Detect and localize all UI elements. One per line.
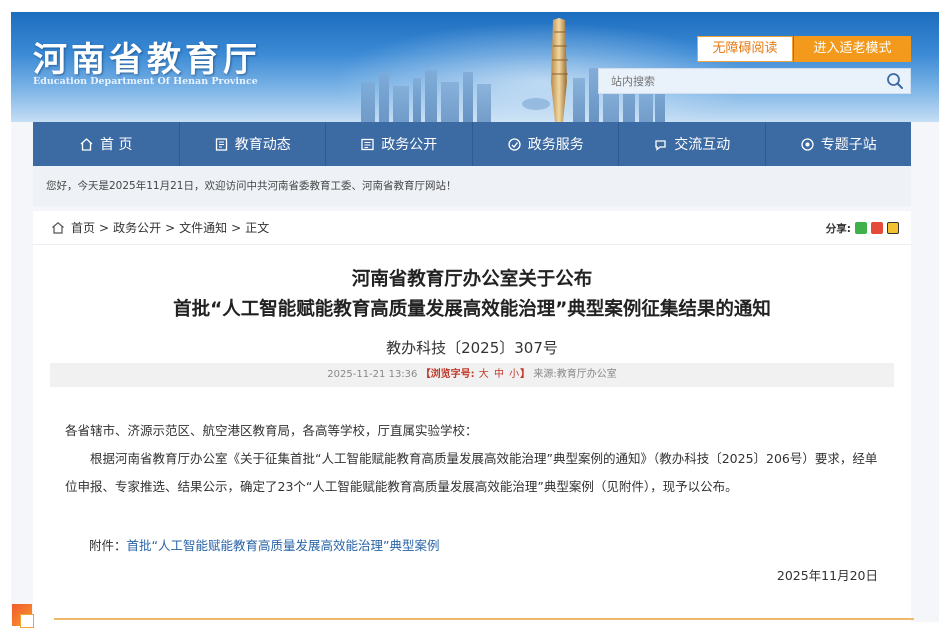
weibo-share-icon[interactable] — [871, 222, 883, 234]
breadcrumb-separator: > — [99, 221, 110, 235]
nav-item-label: 交流互动 — [674, 137, 731, 153]
source-label: 来源: — [533, 369, 557, 380]
nav-item-label: 政务服务 — [527, 137, 584, 153]
breadcrumb-current: 正文 — [245, 221, 270, 235]
font-size-small[interactable]: 小 — [509, 369, 519, 380]
welcome-bar: 您好，今天是2025年11月21日，欢迎访问中共河南省委教育工委、河南省教育厅网… — [33, 166, 911, 206]
article-body: 河南省教育厅办公室关于公布 首批“人工智能赋能教育高质量发展高效能治理”典型案例… — [33, 245, 911, 622]
breadcrumb-bar: 首页 > 政务公开 > 文件通知 > 正文 分享: — [33, 211, 911, 245]
nav-item-home[interactable]: 首 页 — [33, 122, 180, 166]
article-salutation: 各省辖市、济源示范区、航空港区教育局，各高等学校，厅直属实验学校： — [65, 423, 478, 438]
font-size-medium[interactable]: 中 — [494, 369, 504, 380]
font-size-close: 】 — [520, 369, 531, 380]
interaction-icon — [655, 139, 666, 151]
nav-item-education-news[interactable]: 教育动态 — [180, 122, 326, 166]
attachment-link[interactable]: 首批“人工智能赋能教育高质量发展高效能治理”典型案例 — [127, 538, 440, 553]
article-paragraph: 根据河南省教育厅办公室《关于征集首批“人工智能赋能教育高质量发展高效能治理”典型… — [65, 451, 878, 494]
attachment-label: 附件： — [89, 538, 127, 553]
breadcrumb-government-affairs[interactable]: 政务公开 — [113, 211, 161, 245]
city-skyline-image — [361, 18, 665, 122]
header-banner: 河南省教育厅 Education Department Of Henan Pro… — [11, 12, 939, 122]
article-source: 教育厅办公室 — [556, 369, 617, 380]
page-frame: 河南省教育厅 Education Department Of Henan Pro… — [11, 12, 939, 622]
article-title-line1: 河南省教育厅办公室关于公布 — [351, 269, 593, 290]
wechat-share-icon[interactable] — [855, 222, 867, 234]
accessibility-button[interactable]: 无障碍阅读 — [697, 36, 793, 62]
nav-item-topic-sites[interactable]: 专题子站 — [766, 122, 912, 166]
breadcrumb-separator: > — [165, 221, 176, 235]
signature-date: 2025年11月20日 — [776, 568, 878, 583]
news-icon — [215, 137, 227, 151]
home-icon — [80, 137, 93, 151]
share-label: 分享: — [825, 222, 851, 235]
breadcrumb: 首页 > 政务公开 > 文件通知 > 正文 — [51, 211, 269, 245]
breadcrumb-home[interactable]: 首页 — [71, 211, 95, 245]
home-icon — [52, 222, 64, 234]
site-logo-title[interactable]: 河南省教育厅 — [33, 32, 261, 81]
nav-item-government-affairs[interactable]: 政务公开 — [326, 122, 473, 166]
attachment: 附件：首批“人工智能赋能教育高质量发展高效能治理”典型案例 — [89, 535, 439, 554]
font-size-large[interactable]: 大 — [479, 369, 489, 380]
breadcrumb-separator: > — [231, 221, 242, 235]
publish-datetime: 2025-11-21 13:36 — [327, 369, 418, 380]
nav-item-label: 首 页 — [100, 137, 133, 153]
article-meta-bar: 2025-11-21 13:36 【浏览字号: 大 中 小】 来源:教育厅办公室 — [50, 363, 894, 387]
floating-widget-icon[interactable] — [12, 604, 34, 628]
nav-item-label: 政务公开 — [381, 137, 438, 153]
document-icon — [361, 138, 374, 150]
nav-item-interaction[interactable]: 交流互动 — [619, 122, 766, 166]
search-box — [598, 68, 911, 94]
topic-icon — [801, 137, 814, 151]
search-input[interactable] — [599, 69, 879, 93]
breadcrumb-file-notices[interactable]: 文件通知 — [179, 211, 227, 245]
article-title-line2: 首批“人工智能赋能教育高质量发展高效能治理”典型案例征集结果的通知 — [173, 299, 771, 320]
nav-item-label: 专题子站 — [820, 137, 877, 153]
site-logo-subtitle: Education Department Of Henan Province — [33, 76, 258, 87]
nav-item-label: 教育动态 — [234, 137, 291, 153]
nav-item-government-services[interactable]: 政务服务 — [473, 122, 619, 166]
qq-share-icon[interactable] — [887, 222, 899, 234]
font-size-label: 【浏览字号: — [420, 369, 475, 380]
document-number: 教办科技〔2025〕307号 — [386, 339, 558, 357]
service-icon — [508, 137, 521, 151]
elder-mode-button[interactable]: 进入适老模式 — [794, 36, 911, 62]
footer-divider — [54, 618, 914, 620]
share-bar: 分享: — [826, 211, 899, 245]
main-nav: 首 页 教育动态 政务公开 政务服务 交流互动 专题子站 — [33, 122, 911, 166]
search-icon[interactable] — [886, 72, 904, 90]
